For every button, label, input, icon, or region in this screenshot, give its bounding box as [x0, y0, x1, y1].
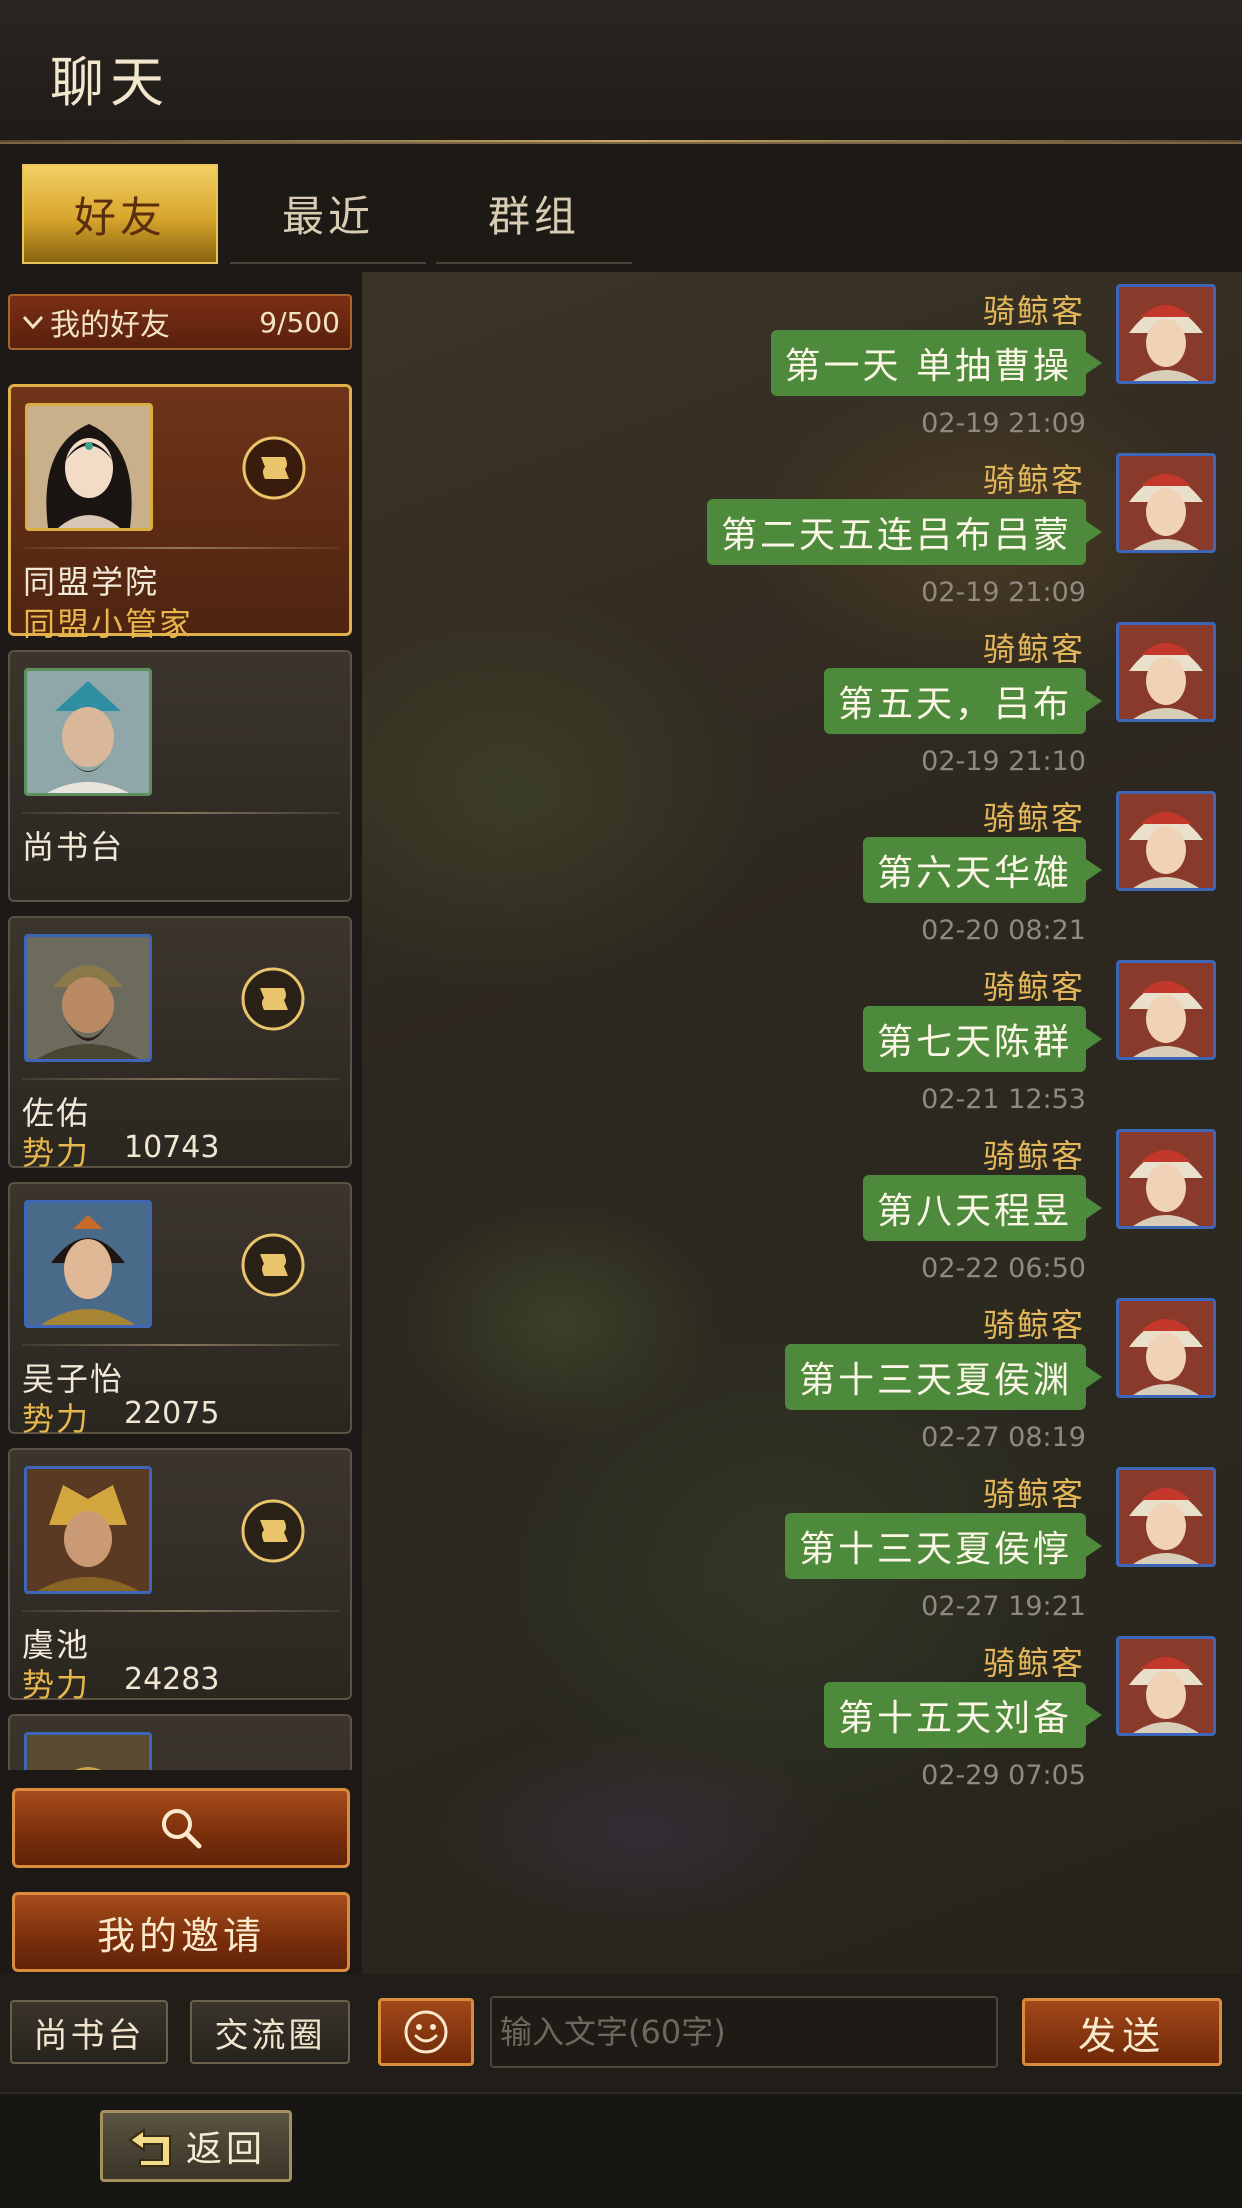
back-label: 返回 [185, 2129, 266, 2170]
message-timestamp: 02-19 21:10 [921, 746, 1086, 777]
footer: 返回 [0, 2092, 1242, 2208]
sender-avatar[interactable] [1116, 1298, 1216, 1398]
power-value: 24283 [124, 1662, 220, 1697]
tab-recent[interactable]: 最近 [230, 164, 426, 264]
message-timestamp: 02-27 08:19 [921, 1422, 1086, 1453]
my-invitations-button[interactable]: 我的邀请 [12, 1892, 350, 1972]
avatar [24, 1200, 152, 1328]
chat-message: 骑鲸客 第一天 单抽曹操 02-19 21:09 [362, 272, 1242, 442]
message-bubble[interactable]: 第五天，吕布 [823, 668, 1103, 734]
message-bubble[interactable]: 第八天程昱 [862, 1175, 1103, 1241]
friend-card[interactable]: 尚书台 [8, 650, 352, 902]
message-timestamp: 02-27 19:21 [921, 1591, 1086, 1622]
sender-avatar[interactable] [1116, 791, 1216, 891]
avatar [24, 934, 152, 1062]
input-bar: 尚书台 交流圈 发送 [0, 1974, 1242, 2092]
message-timestamp: 02-20 08:21 [921, 915, 1086, 946]
friend-card[interactable] [8, 1714, 352, 1770]
scroll-icon[interactable] [241, 435, 307, 501]
power-label: 势力 [22, 1400, 91, 1438]
chat-message: 骑鲸客 第二天五连吕布吕蒙 02-19 21:09 [362, 441, 1242, 611]
message-bubble[interactable]: 第六天华雄 [862, 837, 1103, 903]
message-bubble[interactable]: 第十五天刘备 [823, 1682, 1103, 1748]
search-friend-button[interactable] [12, 1788, 350, 1868]
smiley-icon [404, 2010, 448, 2054]
return-arrow-icon [128, 2128, 171, 2167]
scroll-icon[interactable] [240, 1498, 306, 1564]
sender-avatar[interactable] [1116, 1636, 1216, 1736]
message-sender: 骑鲸客 [982, 968, 1085, 1006]
sender-avatar[interactable] [1116, 1467, 1216, 1567]
message-bubble[interactable]: 第二天五连吕布吕蒙 [706, 499, 1103, 565]
chat-message: 骑鲸客 第十三天夏侯渊 02-27 08:19 [362, 1286, 1242, 1456]
send-button[interactable]: 发送 [1022, 1998, 1222, 2066]
friend-card[interactable]: 佐佑 势力 10743 [8, 916, 352, 1172]
friend-name: 同盟学院 [23, 563, 160, 601]
message-sender: 骑鲸客 [982, 1475, 1085, 1513]
chat-message: 骑鲸客 第六天华雄 02-20 08:21 [362, 779, 1242, 949]
chat-message: 骑鲸客 第十五天刘备 02-29 07:05 [362, 1624, 1242, 1794]
scroll-icon[interactable] [240, 1232, 306, 1298]
page-title: 聊天 [50, 51, 170, 114]
sender-avatar[interactable] [1116, 453, 1216, 553]
emoji-button[interactable] [378, 1998, 474, 2066]
friend-subtitle: 同盟小管家 [23, 605, 194, 643]
message-bubble[interactable]: 第一天 单抽曹操 [770, 330, 1103, 396]
power-value: 22075 [124, 1396, 220, 1431]
friends-group-header[interactable]: 我的好友 9/500 [8, 294, 352, 350]
power-label: 势力 [22, 1666, 91, 1704]
message-timestamp: 02-22 06:50 [921, 1253, 1086, 1284]
chat-message: 骑鲸客 第五天，吕布 02-19 21:10 [362, 610, 1242, 780]
community-button[interactable]: 交流圈 [190, 2000, 350, 2064]
back-button[interactable]: 返回 [100, 2110, 292, 2182]
sender-avatar[interactable] [1116, 960, 1216, 1060]
message-sender: 骑鲸客 [982, 292, 1085, 330]
message-sender: 骑鲸客 [982, 630, 1085, 668]
tab-bar: 好友 最近 群组 [0, 144, 1242, 272]
chevron-down-icon [22, 315, 44, 330]
friends-panel: 我的好友 9/500 同盟学院 同盟小管家 尚书台 佐佑 势力 10743 吴子… [0, 272, 362, 1974]
avatar [25, 403, 153, 531]
message-timestamp: 02-19 21:09 [921, 408, 1086, 439]
message-sender: 骑鲸客 [982, 1644, 1085, 1682]
shangshutai-button[interactable]: 尚书台 [10, 2000, 168, 2064]
message-bubble[interactable]: 第十三天夏侯渊 [784, 1344, 1103, 1410]
message-timestamp: 02-29 07:05 [921, 1760, 1086, 1791]
search-icon [162, 1809, 202, 1849]
avatar [24, 1466, 152, 1594]
sender-avatar[interactable] [1116, 1129, 1216, 1229]
message-sender: 骑鲸客 [982, 1306, 1085, 1344]
message-sender: 骑鲸客 [982, 799, 1085, 837]
chat-message: 骑鲸客 第八天程昱 02-22 06:50 [362, 1117, 1242, 1287]
avatar [24, 668, 152, 796]
tab-groups[interactable]: 群组 [436, 164, 632, 264]
friend-name: 尚书台 [22, 828, 125, 866]
power-label: 势力 [22, 1134, 91, 1172]
friends-count: 9/500 [259, 305, 340, 339]
friend-card[interactable]: 虞池 势力 24283 [8, 1448, 352, 1704]
sender-avatar[interactable] [1116, 622, 1216, 722]
message-sender: 骑鲸客 [982, 461, 1085, 499]
message-timestamp: 02-21 12:53 [921, 1084, 1086, 1115]
avatar [24, 1732, 152, 1770]
friends-group-label: 我的好友 [50, 308, 170, 343]
message-bubble[interactable]: 第七天陈群 [862, 1006, 1103, 1072]
friends-list[interactable]: 同盟学院 同盟小管家 尚书台 佐佑 势力 10743 吴子怡 势力 22075 … [8, 384, 352, 1770]
message-sender: 骑鲸客 [982, 1137, 1085, 1175]
message-bubble[interactable]: 第十三天夏侯惇 [784, 1513, 1103, 1579]
chat-header: 聊天 [0, 0, 1242, 144]
chat-message: 骑鲸客 第七天陈群 02-21 12:53 [362, 948, 1242, 1118]
scroll-icon[interactable] [240, 966, 306, 1032]
friend-card[interactable]: 吴子怡 势力 22075 [8, 1182, 352, 1438]
power-value: 10743 [124, 1130, 220, 1165]
message-timestamp: 02-19 21:09 [921, 577, 1086, 608]
chat-message: 骑鲸客 第十三天夏侯惇 02-27 19:21 [362, 1455, 1242, 1625]
sender-avatar[interactable] [1116, 284, 1216, 384]
message-input[interactable] [490, 1996, 998, 2068]
tab-friends[interactable]: 好友 [22, 164, 218, 264]
friend-card[interactable]: 同盟学院 同盟小管家 [8, 384, 352, 643]
